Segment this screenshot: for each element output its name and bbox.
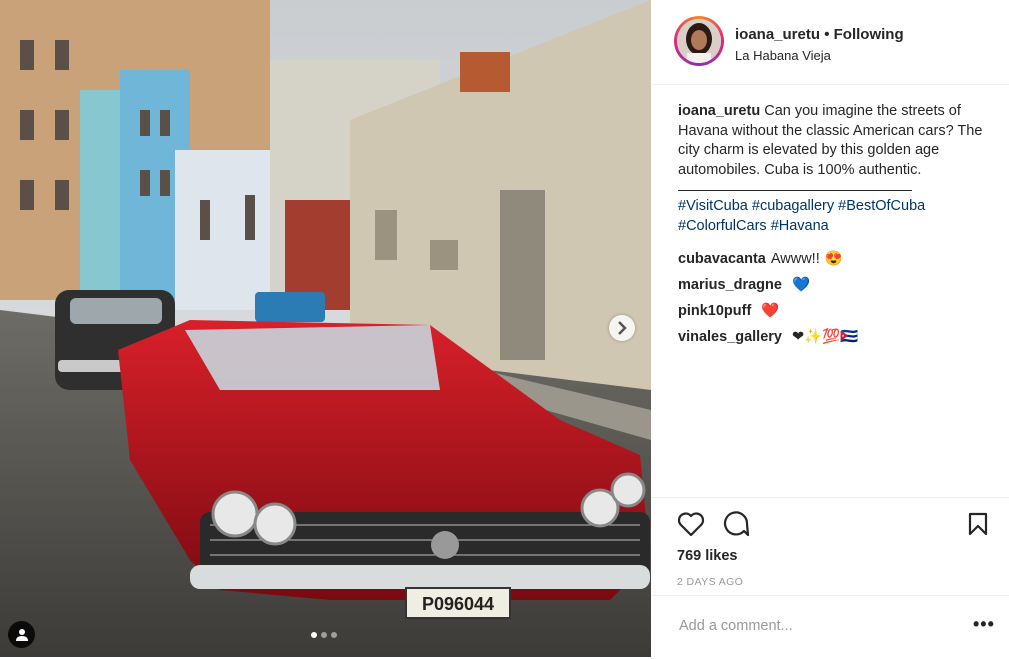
carousel-dot [331,632,337,638]
add-comment-bar: ••• [651,595,1009,659]
hashtag-link[interactable]: #cubagallery [752,198,834,214]
comment-username[interactable]: vinales_gallery [678,327,782,347]
next-photo-button[interactable] [609,315,635,341]
comment-username[interactable]: pink10puff [678,301,751,321]
post-actions: 769 likes 2 DAYS AGO ••• [651,497,1009,658]
comment-item: pink10puff ❤️ [678,298,996,324]
separator-dot: • [824,26,830,43]
chevron-right-icon [618,321,627,335]
comment-username[interactable]: marius_dragne [678,275,782,295]
comment-emoji: 💙 [791,277,811,293]
comment-item: cubavacanta Awww!! 😍 [678,246,996,272]
avatar[interactable] [674,16,724,66]
hashtag-list: #VisitCuba #cubagallery #BestOfCuba #Col… [678,197,996,236]
comment-emoji: ❤✨💯🇨🇺 [792,329,859,345]
caption-divider [678,190,912,191]
hashtag-link[interactable]: #BestOfCuba [838,198,925,214]
comment-username[interactable]: cubavacanta [678,249,766,269]
header-username: ioana_uretu • Following [735,26,904,43]
comment-emoji: ❤️ [761,303,780,319]
comment-text: Awww!! [770,251,820,267]
like-button[interactable] [677,511,705,542]
comment-list: cubavacanta Awww!! 😍 marius_dragne 💙 pin… [678,246,996,350]
user-icon [15,628,28,641]
like-count[interactable]: 769 likes [677,548,737,564]
carousel-indicator [311,632,337,638]
post-caption: ioana_uretu Can you imagine the streets … [678,102,996,236]
comment-input[interactable] [677,614,961,638]
carousel-dot [321,632,327,638]
profile-picture [677,19,721,63]
profile-photo-image [677,19,721,63]
location-link[interactable]: La Habana Vieja [735,48,831,63]
bookmark-icon [968,512,988,536]
caption-username[interactable]: ioana_uretu [678,103,760,119]
tagged-users-button[interactable] [8,621,35,648]
post-details-panel: ioana_uretu • Following La Habana Vieja … [651,0,1009,657]
heart-icon [677,512,705,537]
comment-item: vinales_gallery ❤✨💯🇨🇺 [678,324,996,350]
hashtag-link[interactable]: #ColorfulCars [678,218,767,234]
save-button[interactable] [968,512,988,541]
havana-street-image: P096044 [0,0,651,657]
post-header: ioana_uretu • Following La Habana Vieja [651,0,1009,85]
hashtag-link[interactable]: #Havana [771,218,829,234]
comment-button[interactable] [722,511,750,542]
carousel-dot [311,632,317,638]
license-plate: P096044 [422,594,494,614]
hashtag-link[interactable]: #VisitCuba [678,198,748,214]
following-button[interactable]: Following [834,26,904,43]
username-link[interactable]: ioana_uretu [735,26,820,43]
comment-item: marius_dragne 💙 [678,272,996,298]
more-options-button[interactable]: ••• [973,614,995,635]
comment-emoji: 😍 [824,251,843,267]
post-date: 2 DAYS AGO [677,576,744,588]
post-photo[interactable]: P096044 [0,0,651,657]
comment-icon [723,511,750,537]
